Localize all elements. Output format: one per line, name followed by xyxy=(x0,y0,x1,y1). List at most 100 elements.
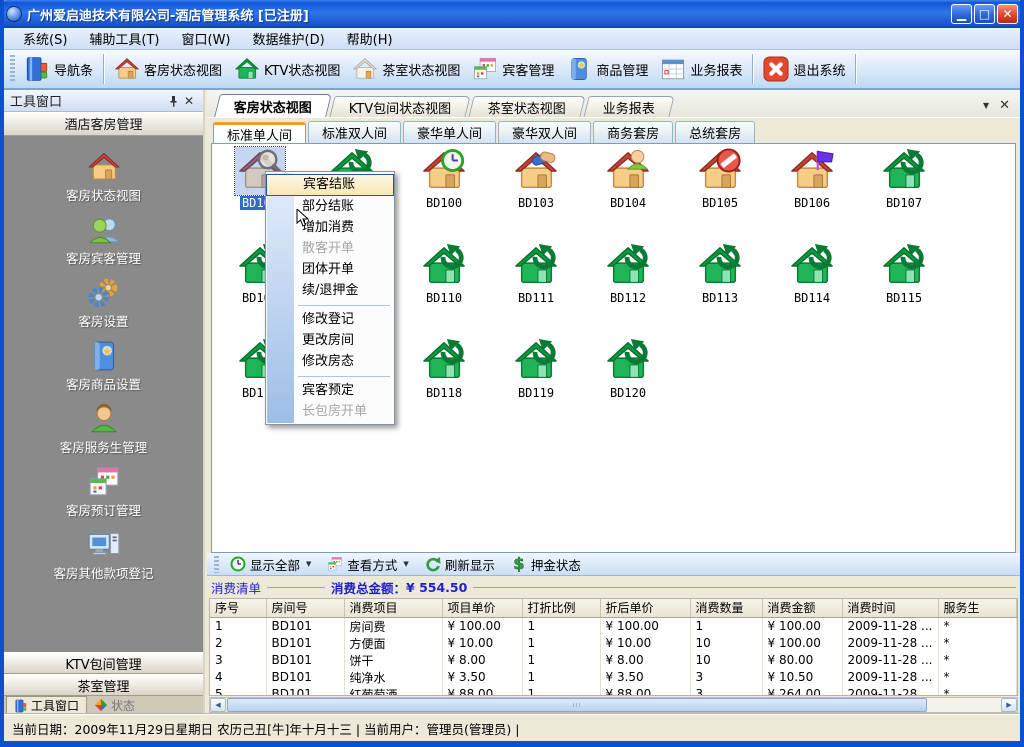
room-BD105[interactable]: BD105 xyxy=(674,147,766,242)
table-row[interactable]: 4BD101纯净水¥ 3.501¥ 3.503¥ 10.502009-11-28… xyxy=(210,669,1017,686)
view-toolbar-button-view-mode[interactable]: 查看方式 ▼ xyxy=(319,555,416,574)
sidebar-group-hotel-room-mgmt[interactable]: 酒店客房管理 xyxy=(4,112,203,136)
close-view-icon[interactable]: ✕ xyxy=(999,98,1010,113)
room-type-tab-deluxe-double[interactable]: 豪华双人间 xyxy=(498,121,591,143)
table-column-header[interactable]: 打折比例 xyxy=(522,599,600,617)
context-menu-item-partial-checkout[interactable]: 部分结账 xyxy=(266,196,394,217)
toolbar-button-guest-mgmt[interactable]: 宾客管理 xyxy=(466,53,560,85)
room-type-tab-business-suite[interactable]: 商务套房 xyxy=(593,121,673,143)
table-row[interactable]: 5BD101红葡萄酒¥ 88.001¥ 88.003¥ 264.002009-1… xyxy=(210,686,1017,697)
menu-item-data-maintenance[interactable]: 数据维护(D) xyxy=(242,27,336,50)
maximize-button[interactable]: □ xyxy=(974,4,995,24)
room-BD113[interactable]: BD113 xyxy=(674,242,766,337)
toolbar-grip[interactable] xyxy=(214,556,219,573)
context-menu-item-change-room[interactable]: 更改房间 xyxy=(266,330,394,351)
context-menu-item-modify-registration[interactable]: 修改登记 xyxy=(266,309,394,330)
room-BD114[interactable]: BD114 xyxy=(766,242,858,337)
room-BD107[interactable]: BD107 xyxy=(858,147,950,242)
table-column-header[interactable]: 序号 xyxy=(210,599,266,617)
sidebar-item-room-waiter-mgmt[interactable]: 客房服务生管理 xyxy=(4,402,203,465)
doc-tab-ktv-room-status-view[interactable]: KTV包间状态视图 xyxy=(329,96,471,117)
context-menu-item-longterm-open-bill[interactable]: 长包房开单 xyxy=(266,401,394,422)
toolbar-button-product-mgmt[interactable]: 商品管理 xyxy=(560,53,654,85)
room-BD104[interactable]: BD104 xyxy=(582,147,674,242)
menu-item-aux-tools[interactable]: 辅助工具(T) xyxy=(78,27,170,50)
chevron-down-icon[interactable]: ▼ xyxy=(306,560,311,568)
room-type-tab-deluxe-single[interactable]: 豪华单人间 xyxy=(403,121,496,143)
table-column-header[interactable]: 消费数量 xyxy=(690,599,762,617)
room-type-tab-std-double[interactable]: 标准双人间 xyxy=(308,121,401,143)
room-BD103[interactable]: BD103 xyxy=(490,147,582,242)
horizontal-scrollbar[interactable]: ◀ ▶ xyxy=(209,697,1018,713)
toolbar-button-ktv-status-view[interactable]: KTV状态视图 xyxy=(228,53,346,85)
sidebar-tab-status[interactable]: 状态 xyxy=(87,696,142,714)
tab-list-dropdown-icon[interactable]: ▼ xyxy=(983,101,989,110)
sidebar-item-room-product-settings[interactable]: 客房商品设置 xyxy=(4,339,203,402)
close-panel-icon[interactable]: ✕ xyxy=(181,94,197,108)
sidebar-item-room-other-payments[interactable]: 客房其他款项登记 xyxy=(4,528,203,591)
scroll-left-arrow-icon[interactable]: ◀ xyxy=(210,698,226,712)
menu-item-system[interactable]: 系统(S) xyxy=(12,27,78,50)
sidebar-item-room-guest-mgmt[interactable]: 客房宾客管理 xyxy=(4,213,203,276)
room-type-tab-president-suite[interactable]: 总统套房 xyxy=(675,121,755,143)
context-menu-item-change-room-status[interactable]: 修改房态 xyxy=(266,351,394,372)
room-BD119[interactable]: BD119 xyxy=(490,337,582,432)
sidebar-tab-tool-window[interactable]: 工具窗口 xyxy=(6,696,87,714)
context-menu-item-renew-refund-deposit[interactable]: 续/退押金 xyxy=(266,280,394,301)
scrollbar-thumb[interactable] xyxy=(227,698,927,712)
table-column-header[interactable]: 消费金额 xyxy=(762,599,842,617)
table-column-header[interactable]: 折后单价 xyxy=(600,599,690,617)
context-menu-item-guest-checkout[interactable]: 宾客结账 xyxy=(266,174,394,196)
toolbar-button-exit-system[interactable]: 退出系统 xyxy=(757,53,851,85)
toolbar-button-business-report[interactable]: 业务报表 xyxy=(654,53,748,85)
menu-item-window[interactable]: 窗口(W) xyxy=(171,27,242,50)
view-toolbar-button-refresh-display[interactable]: 刷新显示 xyxy=(417,555,503,574)
room-BD106[interactable]: BD106 xyxy=(766,147,858,242)
context-menu-item-walkin-open-bill[interactable]: 散客开单 xyxy=(266,238,394,259)
table-column-header[interactable]: 消费时间 xyxy=(842,599,938,617)
context-menu-item-group-open-bill[interactable]: 团体开单 xyxy=(266,259,394,280)
sidebar-item-room-settings[interactable]: 客房设置 xyxy=(4,276,203,339)
table-row[interactable]: 2BD101方便面¥ 10.001¥ 10.0010¥ 100.002009-1… xyxy=(210,635,1017,652)
table-cell: 3 xyxy=(690,669,762,686)
house-icon xyxy=(605,338,651,384)
room-BD120[interactable]: BD120 xyxy=(582,337,674,432)
view-toolbar-button-deposit-status[interactable]: $ 押金状态 xyxy=(503,555,589,574)
menu-item-help[interactable]: 帮助(H) xyxy=(336,27,404,50)
doc-tab-business-report[interactable]: 业务报表 xyxy=(584,96,675,117)
context-menu-item-add-consumption[interactable]: 增加消费 xyxy=(266,217,394,238)
toolbar-button-nav-bar[interactable]: 导航条 xyxy=(18,53,99,85)
table-column-header[interactable]: 房间号 xyxy=(266,599,344,617)
room-BD100[interactable]: BD100 xyxy=(398,147,490,242)
context-menu-item-guest-reservation[interactable]: 宾客预定 xyxy=(266,380,394,401)
view-toolbar-button-show-all[interactable]: 显示全部 ▼ xyxy=(222,555,319,574)
room-BD110[interactable]: BD110 xyxy=(398,242,490,337)
table-column-header[interactable]: 消费项目 xyxy=(344,599,442,617)
room-BD111[interactable]: BD111 xyxy=(490,242,582,337)
toolbar-separator xyxy=(752,54,753,84)
room-BD112[interactable]: BD112 xyxy=(582,242,674,337)
sidebar-item-room-status-view[interactable]: 客房状态视图 xyxy=(4,150,203,213)
doc-tab-tea-status-view[interactable]: 茶室状态视图 xyxy=(469,96,586,117)
close-button[interactable]: ✕ xyxy=(997,4,1018,24)
chevron-down-icon[interactable]: ▼ xyxy=(403,560,408,568)
toolbar-button-room-status-view[interactable]: 客房状态视图 xyxy=(108,53,228,85)
room-label: BD112 xyxy=(608,291,648,305)
table-column-header[interactable]: 服务生 xyxy=(938,599,1017,617)
toolbar-grip[interactable] xyxy=(10,55,15,83)
table-row[interactable]: 3BD101饼干¥ 8.001¥ 8.0010¥ 80.002009-11-28… xyxy=(210,652,1017,669)
room-BD115[interactable]: BD115 xyxy=(858,242,950,337)
doc-tab-room-status-view[interactable]: 客房状态视图 xyxy=(214,94,332,117)
room-BD118[interactable]: BD118 xyxy=(398,337,490,432)
table-row[interactable]: 1BD101房间费¥ 100.001¥ 100.001¥ 100.002009-… xyxy=(210,617,1017,635)
scroll-right-arrow-icon[interactable]: ▶ xyxy=(1001,698,1017,712)
sidebar-item-room-booking-mgmt[interactable]: 客房预订管理 xyxy=(4,465,203,528)
toolbar-button-tea-status-view[interactable]: 茶室状态视图 xyxy=(346,53,466,85)
minimize-button[interactable]: ▁ xyxy=(951,4,972,24)
table-column-header[interactable]: 项目单价 xyxy=(442,599,522,617)
sidebar-group-ktv-room-mgmt[interactable]: KTV包间管理 xyxy=(4,652,203,674)
room-type-tab-std-single[interactable]: 标准单人间 xyxy=(213,122,306,144)
sidebar-group-tea-room-mgmt[interactable]: 茶室管理 xyxy=(4,674,203,696)
pin-icon[interactable] xyxy=(165,94,181,108)
room-label: BD111 xyxy=(516,291,556,305)
